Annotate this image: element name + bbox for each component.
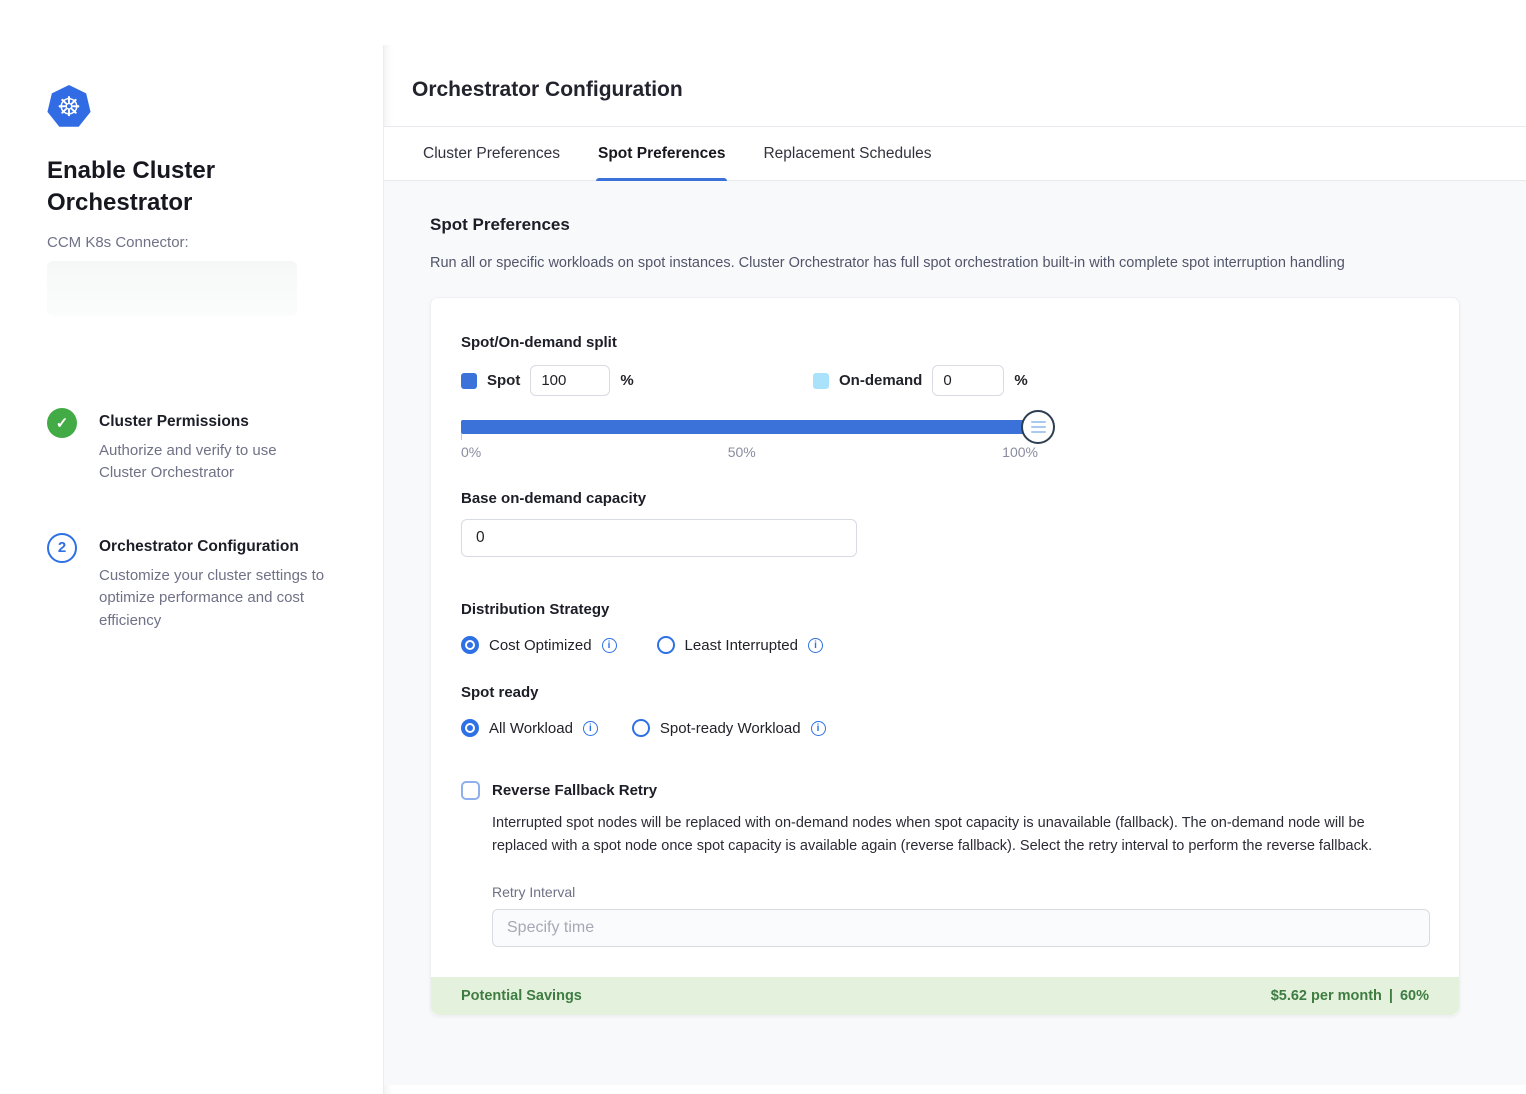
tab-bar: Cluster Preferences Spot Preferences Rep…: [384, 126, 1526, 181]
distribution-strategy-options: Cost Optimized i Least Interrupted i: [461, 636, 1429, 654]
slider-track[interactable]: [461, 420, 1038, 434]
radio-cost-optimized[interactable]: Cost Optimized i: [461, 636, 617, 654]
step-number-badge: 2: [47, 533, 77, 563]
wizard-sidebar: ☸ Enable Cluster Orchestrator CCM K8s Co…: [0, 0, 383, 1094]
step-description: Authorize and verify to use Cluster Orch…: [99, 440, 304, 485]
panel-header: Orchestrator Configuration: [384, 45, 1526, 126]
slider-fill: [461, 420, 1038, 434]
step-description: Customize your cluster settings to optim…: [99, 565, 349, 633]
spot-preferences-card: Spot/On-demand split Spot % On-demand %: [430, 297, 1460, 1016]
tab-spot-preferences[interactable]: Spot Preferences: [596, 127, 728, 180]
ondemand-label: On-demand: [839, 372, 922, 389]
tab-cluster-preferences[interactable]: Cluster Preferences: [421, 127, 562, 180]
spot-ready-options: All Workload i Spot-ready Workload i: [461, 719, 1429, 737]
tick-100: 100%: [1002, 444, 1038, 460]
reverse-fallback-section: Reverse Fallback Retry Interrupted spot …: [461, 781, 1429, 947]
spot-split-group: Spot %: [461, 365, 813, 396]
split-slider: 0% 50% 100%: [461, 420, 1038, 460]
radio-all-workload[interactable]: All Workload i: [461, 719, 598, 737]
kubernetes-icon: ☸: [47, 85, 91, 129]
radio-least-interrupted[interactable]: Least Interrupted i: [657, 636, 823, 654]
spot-ready-label: Spot ready: [461, 684, 1429, 701]
kubernetes-wheel-glyph: ☸: [57, 94, 81, 121]
radio-icon[interactable]: [461, 636, 479, 654]
step-title: Orchestrator Configuration: [99, 533, 349, 556]
split-label: Spot/On-demand split: [461, 334, 1429, 351]
spot-unit: %: [620, 372, 633, 389]
info-icon[interactable]: i: [602, 638, 617, 653]
ondemand-swatch-icon: [813, 373, 829, 389]
info-icon[interactable]: i: [583, 721, 598, 736]
tab-replacement-schedules[interactable]: Replacement Schedules: [761, 127, 933, 180]
page-title: Orchestrator Configuration: [412, 78, 1526, 102]
reverse-fallback-label: Reverse Fallback Retry: [492, 782, 657, 799]
slider-tick-labels: 0% 50% 100%: [461, 444, 1038, 460]
step-orchestrator-configuration[interactable]: 2 Orchestrator Configuration Customize y…: [47, 533, 343, 633]
retry-interval-label: Retry Interval: [492, 884, 1429, 900]
distribution-strategy-label: Distribution Strategy: [461, 601, 1429, 618]
spot-label: Spot: [487, 372, 520, 389]
connector-value-redacted: [47, 261, 297, 316]
main-panel: Orchestrator Configuration Cluster Prefe…: [383, 45, 1526, 1094]
ondemand-split-group: On-demand %: [813, 365, 1028, 396]
section-description: Run all or specific workloads on spot in…: [430, 255, 1460, 271]
reverse-fallback-checkbox[interactable]: [461, 781, 480, 800]
step-cluster-permissions[interactable]: ✓ Cluster Permissions Authorize and veri…: [47, 408, 343, 485]
tick-0: 0%: [461, 444, 481, 460]
potential-savings-value: $5.62 per month|60%: [1271, 988, 1429, 1004]
tick-50: 50%: [728, 444, 756, 460]
wizard-title: Enable Cluster Orchestrator: [47, 155, 287, 220]
radio-icon[interactable]: [657, 636, 675, 654]
base-capacity-input[interactable]: [461, 519, 857, 557]
tab-content: Spot Preferences Run all or specific wor…: [384, 181, 1526, 1085]
radio-icon[interactable]: [632, 719, 650, 737]
wizard-steps: ✓ Cluster Permissions Authorize and veri…: [47, 408, 343, 633]
potential-savings-bar: Potential Savings $5.62 per month|60%: [431, 977, 1459, 1015]
potential-savings-label: Potential Savings: [461, 988, 582, 1004]
slider-handle-icon[interactable]: [1021, 410, 1055, 444]
retry-interval-field: Retry Interval: [492, 884, 1429, 947]
radio-spot-ready-workload[interactable]: Spot-ready Workload i: [632, 719, 826, 737]
radio-icon[interactable]: [461, 719, 479, 737]
base-capacity-label: Base on-demand capacity: [461, 490, 1429, 507]
base-capacity-field: Base on-demand capacity: [461, 490, 1429, 557]
spot-swatch-icon: [461, 373, 477, 389]
reverse-fallback-description: Interrupted spot nodes will be replaced …: [492, 812, 1418, 858]
connector-label: CCM K8s Connector:: [47, 234, 343, 251]
split-inputs-row: Spot % On-demand %: [461, 365, 1429, 396]
retry-interval-input[interactable]: [492, 909, 1430, 947]
spot-percent-input[interactable]: [530, 365, 610, 396]
savings-separator: |: [1382, 988, 1400, 1004]
reverse-fallback-row[interactable]: Reverse Fallback Retry: [461, 781, 1429, 800]
section-title: Spot Preferences: [430, 215, 1460, 235]
info-icon[interactable]: i: [811, 721, 826, 736]
step-title: Cluster Permissions: [99, 408, 304, 431]
ondemand-unit: %: [1014, 372, 1027, 389]
info-icon[interactable]: i: [808, 638, 823, 653]
ondemand-percent-input[interactable]: [932, 365, 1004, 396]
step-complete-check-icon: ✓: [47, 408, 77, 438]
